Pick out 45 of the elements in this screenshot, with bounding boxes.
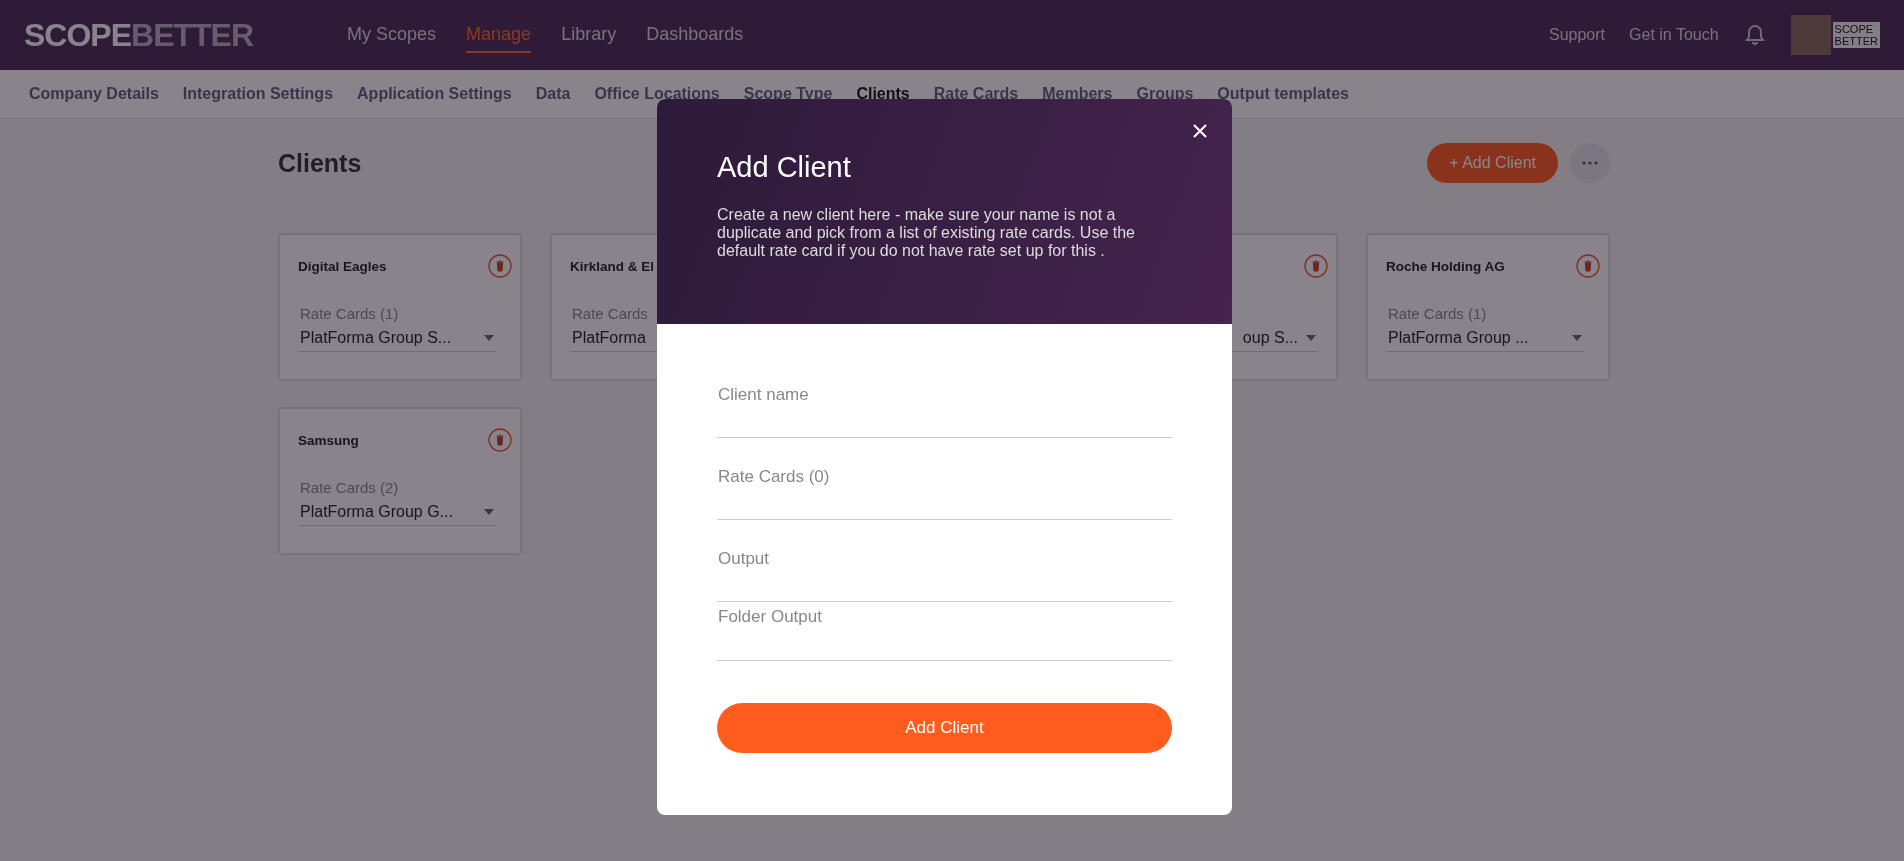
page-title: Clients [278, 148, 362, 178]
subnav-tab[interactable]: Office Locations [594, 85, 720, 103]
subnav-tab[interactable]: Rate Cards [933, 85, 1019, 103]
subnav-tab[interactable]: Groups [1136, 85, 1194, 103]
dialog-description: Create a new client here - make sure your name is not a duplicate and pick from a list of existing rate cards. Use the default rate card if you do not have rate set up for this . [717, 206, 1136, 260]
subnav-tab[interactable]: Members [1042, 85, 1113, 103]
add-client-button[interactable]: + Add Client [1427, 143, 1558, 183]
client-name: Roche Holding AG [1386, 258, 1505, 274]
trash-icon[interactable] [1304, 254, 1328, 278]
close-icon[interactable] [1193, 124, 1207, 138]
logo[interactable]: SCOPEBETTER [24, 15, 258, 55]
caret-icon [1572, 335, 1582, 341]
caret-icon [1306, 335, 1316, 341]
ellipsis-icon [1582, 161, 1598, 165]
trash-icon[interactable] [1576, 254, 1600, 278]
caret-icon [484, 335, 494, 341]
subnav-tab[interactable]: Integration Settings [182, 85, 334, 103]
bell-icon[interactable] [1742, 22, 1767, 48]
nav-link[interactable]: Dashboards [646, 17, 744, 53]
field-label: Rate Cards (1) [1387, 305, 1488, 324]
add-client-button[interactable]: Add Client [717, 703, 1172, 753]
rate-card-dropdown[interactable]: PlatForma Group S... [298, 325, 496, 352]
dialog-title: Add Client [717, 151, 852, 184]
field-label: Rate Cards [571, 305, 649, 324]
trash-icon[interactable] [488, 428, 512, 452]
subnav-tab[interactable]: Output templates [1217, 85, 1349, 103]
account-logo: SCOPE BETTER [1832, 22, 1880, 48]
field-label: Rate Cards (2) [299, 479, 400, 498]
nav-link[interactable]: Manage [466, 17, 532, 53]
subnav-tab[interactable]: Application Settings [357, 85, 512, 103]
subnav-tab[interactable]: Clients [856, 85, 910, 103]
client-name: Samsung [298, 432, 359, 448]
subnav-tab[interactable]: Company Details [29, 85, 159, 103]
subnav-tab[interactable]: Data [535, 85, 571, 103]
nav-link[interactable]: Library [561, 17, 617, 53]
nav-link[interactable]: My Scopes [347, 17, 437, 53]
rate-card-dropdown[interactable]: PlatForma Group ... [1386, 325, 1584, 352]
field-label: Rate Cards (1) [299, 305, 400, 324]
caret-icon [484, 509, 494, 515]
trash-icon[interactable] [488, 254, 512, 278]
client-name: Digital Eagles [298, 258, 387, 274]
top-link[interactable]: Get in Touch [1629, 26, 1719, 44]
top-link[interactable]: Support [1549, 26, 1606, 44]
rate-card-dropdown[interactable]: PlatForma Group G... [298, 499, 496, 526]
client-name: Kirkland & El [570, 258, 655, 274]
